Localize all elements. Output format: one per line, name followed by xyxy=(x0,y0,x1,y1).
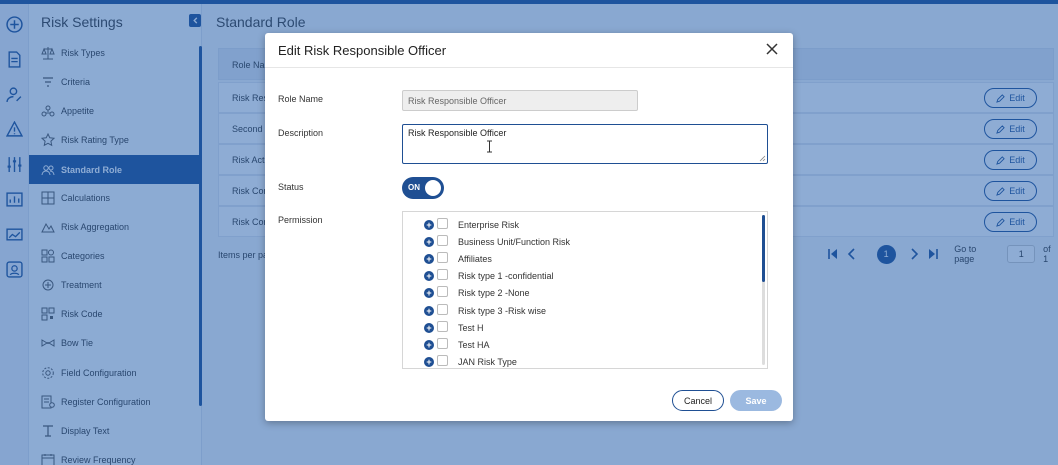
permission-checkbox[interactable] xyxy=(437,234,448,246)
expand-icon[interactable]: + xyxy=(424,288,434,298)
expand-icon[interactable]: + xyxy=(424,254,434,264)
description-textarea[interactable]: Risk Responsible Officer xyxy=(402,124,768,164)
permission-checkbox[interactable] xyxy=(437,217,448,229)
cancel-button[interactable]: Cancel xyxy=(672,390,724,411)
permission-checkbox[interactable] xyxy=(437,354,448,366)
expand-icon[interactable]: + xyxy=(424,271,434,281)
permission-checkbox[interactable] xyxy=(437,337,448,349)
dialog-divider xyxy=(265,67,793,68)
permission-label-text: Enterprise Risk xyxy=(458,220,520,230)
role-name-field[interactable]: Risk Responsible Officer xyxy=(402,90,638,111)
permission-scroll-thumb[interactable] xyxy=(762,215,765,282)
permission-item: + Risk type 2 -None xyxy=(424,285,530,300)
resize-handle-icon[interactable] xyxy=(759,155,766,162)
dialog-title: Edit Risk Responsible Officer xyxy=(278,43,447,58)
status-label: Status xyxy=(278,182,304,192)
permission-item: + Test H xyxy=(424,320,484,335)
expand-icon[interactable]: + xyxy=(424,306,434,316)
text-cursor-icon xyxy=(487,140,492,153)
permission-checkbox[interactable] xyxy=(437,251,448,263)
permission-label: Permission xyxy=(278,215,323,225)
permission-checkbox[interactable] xyxy=(437,320,448,332)
expand-icon[interactable]: + xyxy=(424,340,434,350)
status-toggle[interactable]: ON xyxy=(402,177,444,199)
description-label: Description xyxy=(278,128,324,138)
permission-label-text: Risk type 3 -Risk wise xyxy=(458,306,547,316)
permission-label-text: Test H xyxy=(458,323,484,333)
permission-item: + Affiliates xyxy=(424,251,492,266)
edit-role-dialog: Edit Risk Responsible Officer Role Name … xyxy=(265,33,793,421)
permission-label-text: Test HA xyxy=(458,340,490,350)
permission-checkbox[interactable] xyxy=(437,268,448,280)
permission-checkbox[interactable] xyxy=(437,285,448,297)
permission-item: + JAN Risk Type xyxy=(424,354,517,368)
permission-label-text: Affiliates xyxy=(458,254,492,264)
role-name-label: Role Name xyxy=(278,94,324,104)
permission-item: + Enterprise Risk xyxy=(424,217,520,232)
permission-tree[interactable]: + Enterprise Risk + Business Unit/Function… xyxy=(402,211,768,369)
expand-icon[interactable]: + xyxy=(424,237,434,247)
expand-icon[interactable]: + xyxy=(424,357,434,367)
permission-label-text: Risk type 1 -confidential xyxy=(458,271,554,281)
permission-label-text: Business Unit/Function Risk xyxy=(458,237,571,247)
toggle-state-label: ON xyxy=(408,183,420,192)
description-text: Risk Responsible Officer xyxy=(408,128,507,138)
permission-checkbox[interactable] xyxy=(437,303,448,315)
permission-item: + Risk type 3 -Risk wise xyxy=(424,303,547,318)
permission-label-text: Risk type 2 -None xyxy=(458,288,530,298)
permission-item: + Test HA xyxy=(424,337,490,352)
expand-icon[interactable]: + xyxy=(424,220,434,230)
save-button[interactable]: Save xyxy=(730,390,782,411)
permission-item: + Risk type 1 -confidential xyxy=(424,268,554,283)
toggle-knob xyxy=(425,180,441,196)
close-icon[interactable] xyxy=(765,42,779,56)
expand-icon[interactable]: + xyxy=(424,323,434,333)
permission-item: + Business Unit/Function Risk xyxy=(424,234,571,249)
permission-label-text: JAN Risk Type xyxy=(458,357,517,367)
